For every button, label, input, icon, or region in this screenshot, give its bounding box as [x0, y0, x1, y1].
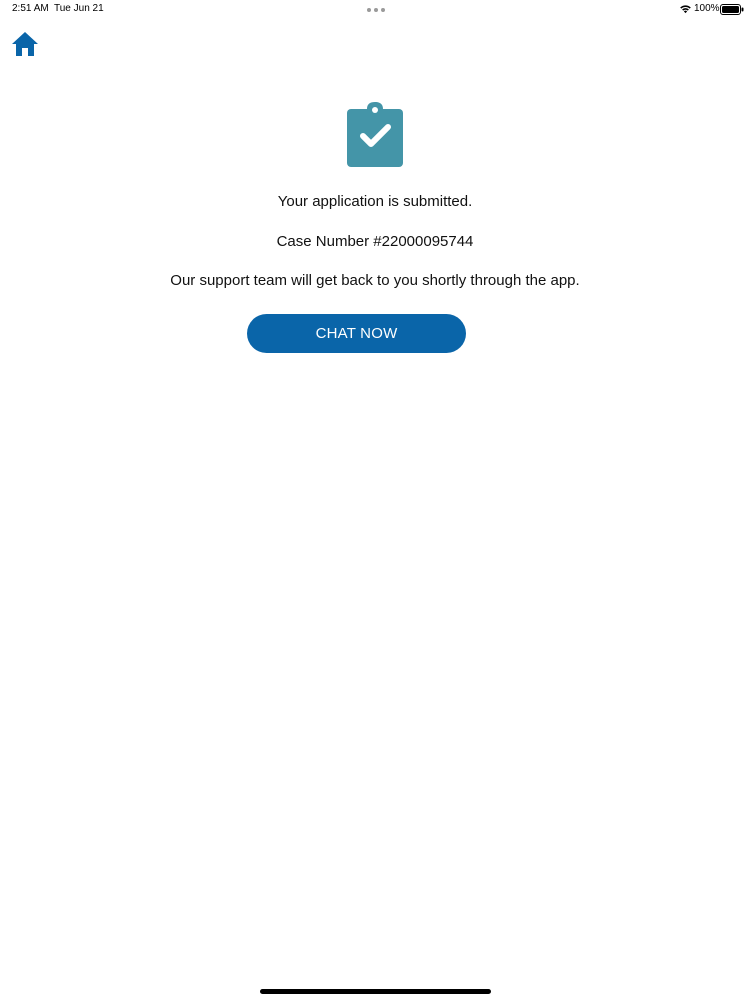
battery-icon [720, 4, 744, 15]
case-number-text: Case Number #22000095744 [276, 233, 474, 250]
status-time: 2:51 AM [12, 3, 49, 14]
support-message-text: Our support team will get back to you sh… [170, 272, 580, 289]
battery-percentage: 100% [694, 3, 720, 14]
multitasking-dots-icon[interactable] [367, 8, 385, 12]
clipboard-check-icon [347, 102, 403, 167]
status-date: Tue Jun 21 [54, 3, 104, 14]
chat-now-button[interactable]: CHAT NOW [247, 314, 466, 353]
status-bar: 2:51 AM Tue Jun 21 100% [0, 0, 750, 20]
app-screen: 2:51 AM Tue Jun 21 100% Your application… [0, 0, 750, 1000]
chat-now-label: CHAT NOW [315, 325, 398, 342]
home-button[interactable] [10, 30, 40, 58]
home-icon [12, 32, 38, 56]
wifi-icon [680, 5, 691, 14]
submission-status-text: Your application is submitted. [277, 193, 473, 210]
confirmation-panel: Your application is submitted. Case Numb… [0, 102, 750, 353]
home-indicator[interactable] [260, 989, 491, 994]
